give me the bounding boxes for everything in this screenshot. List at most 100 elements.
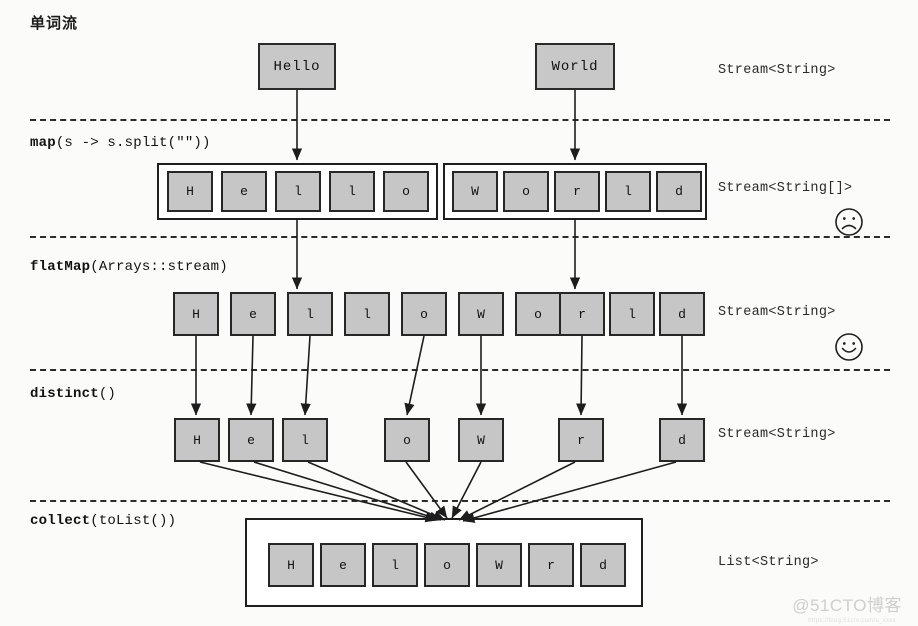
arrow-flatmap-7-to-distinct	[576, 335, 587, 416]
distinct-char-2: l	[282, 418, 328, 462]
collect-char-4: W	[476, 543, 522, 587]
separator-after-source	[30, 119, 890, 121]
collect-char-2-label: l	[391, 557, 399, 573]
flatmap-char-3-label: l	[363, 306, 371, 322]
map-world-char-0: W	[452, 171, 498, 212]
map-hello-char-4-label: o	[402, 184, 410, 199]
arrow-flatmap-4-to-distinct	[404, 335, 425, 416]
flatmap-char-4-label: o	[420, 306, 428, 322]
stage-label-collect-op: collect	[30, 513, 91, 529]
map-world-char-2-label: r	[573, 184, 581, 199]
distinct-char-1-label: e	[247, 432, 255, 448]
map-world-char-2: r	[554, 171, 600, 212]
map-world-char-3-label: l	[624, 184, 632, 199]
collect-char-6-label: d	[599, 557, 607, 573]
arrow-distinct-2-to-collect	[307, 461, 446, 521]
stage-label-flatmap-args: (Arrays::stream)	[90, 259, 228, 275]
map-world-char-3: l	[605, 171, 651, 212]
sad-face-icon	[834, 207, 864, 237]
stage-label-collect: collect(toList())	[30, 513, 176, 529]
page-title: 单词流	[30, 15, 79, 32]
separator-after-flatmap	[30, 369, 890, 371]
collect-char-5-label: r	[547, 557, 555, 573]
distinct-char-6-label: d	[678, 432, 686, 448]
map-world-char-0-label: W	[471, 184, 479, 199]
map-hello-char-4: o	[383, 171, 429, 212]
collect-char-6: d	[580, 543, 626, 587]
distinct-char-4-label: W	[477, 432, 485, 448]
flatmap-char-1-label: e	[249, 306, 257, 322]
separator-after-map	[30, 236, 890, 238]
map-world-char-4-label: d	[675, 184, 683, 199]
type-label-map: Stream<String[]>	[718, 181, 853, 196]
stage-label-distinct: distinct()	[30, 386, 116, 402]
map-hello-char-0-label: H	[186, 184, 194, 199]
distinct-char-0-label: H	[193, 432, 201, 448]
watermark-subtext: https://blog.51cto.com/u_xxxx	[808, 618, 896, 624]
flatmap-char-9: d	[659, 292, 705, 336]
flatmap-char-7: r	[559, 292, 605, 336]
stage-label-map-args: (s -> s.split(""))	[55, 135, 211, 151]
map-hello-char-2-label: l	[294, 184, 302, 199]
separator-after-distinct	[30, 500, 890, 502]
collect-char-0: H	[268, 543, 314, 587]
map-hello-char-3-label: l	[348, 184, 356, 199]
collect-char-1: e	[320, 543, 366, 587]
arrow-flatmap-1-to-distinct	[246, 335, 257, 416]
collect-char-0-label: H	[287, 557, 295, 573]
map-world-char-1-label: o	[522, 184, 530, 199]
distinct-char-3-label: o	[403, 432, 411, 448]
source-word-world-label: World	[551, 58, 599, 75]
stage-label-flatmap: flatMap(Arrays::stream)	[30, 259, 228, 275]
flatmap-char-5-label: W	[477, 306, 485, 322]
watermark: @51CTO博客	[792, 596, 902, 615]
arrow-flatmap-2-to-distinct	[300, 335, 311, 416]
arrow-distinct-6-to-collect	[462, 461, 677, 523]
flatmap-char-2: l	[287, 292, 333, 336]
stage-label-collect-args: (toList())	[90, 513, 177, 529]
stage-label-distinct-args: ()	[98, 386, 117, 402]
flatmap-char-6-label: o	[534, 306, 542, 322]
stage-label-map: map(s -> s.split(""))	[30, 135, 211, 151]
flatmap-char-8-label: l	[628, 306, 636, 322]
arrow-distinct-0-to-collect	[199, 461, 438, 523]
distinct-char-5-label: r	[577, 432, 585, 448]
happy-face-icon	[834, 332, 864, 362]
flatmap-char-0-label: H	[192, 306, 200, 322]
flatmap-char-9-label: d	[678, 306, 686, 322]
type-label-distinct: Stream<String>	[718, 427, 836, 442]
collect-char-3: o	[424, 543, 470, 587]
map-world-char-1: o	[503, 171, 549, 212]
collect-char-3-label: o	[443, 557, 451, 573]
map-hello-char-0: H	[167, 171, 213, 212]
map-hello-char-1-label: e	[240, 184, 248, 199]
stage-label-distinct-op: distinct	[30, 386, 99, 402]
source-word-world: World	[535, 43, 615, 90]
map-world-char-4: d	[656, 171, 702, 212]
diagram-canvas: 单词流 map(s -> s.split("")) flatMap(Arrays…	[0, 0, 918, 626]
distinct-char-6: d	[659, 418, 705, 462]
arrow-distinct-4-to-collect	[451, 461, 482, 519]
flatmap-char-6: o	[515, 292, 561, 336]
collect-char-2: l	[372, 543, 418, 587]
distinct-char-5: r	[558, 418, 604, 462]
arrow-distinct-5-to-collect	[458, 461, 576, 521]
flatmap-char-3: l	[344, 292, 390, 336]
arrow-distinct-1-to-collect	[253, 461, 442, 522]
map-hello-char-2: l	[275, 171, 321, 212]
source-word-hello-label: Hello	[273, 58, 321, 75]
stage-label-flatmap-op: flatMap	[30, 259, 91, 275]
type-label-source: Stream<String>	[718, 63, 836, 78]
flatmap-char-5: W	[458, 292, 504, 336]
map-hello-char-1: e	[221, 171, 267, 212]
flatmap-char-8: l	[609, 292, 655, 336]
type-label-collect: List<String>	[718, 555, 819, 570]
distinct-char-2-label: l	[301, 432, 309, 448]
stage-label-map-op: map	[30, 135, 56, 151]
source-word-hello: Hello	[258, 43, 336, 90]
map-hello-char-3: l	[329, 171, 375, 212]
distinct-char-0: H	[174, 418, 220, 462]
flatmap-char-2-label: l	[306, 306, 314, 322]
distinct-char-3: o	[384, 418, 430, 462]
collect-char-5: r	[528, 543, 574, 587]
